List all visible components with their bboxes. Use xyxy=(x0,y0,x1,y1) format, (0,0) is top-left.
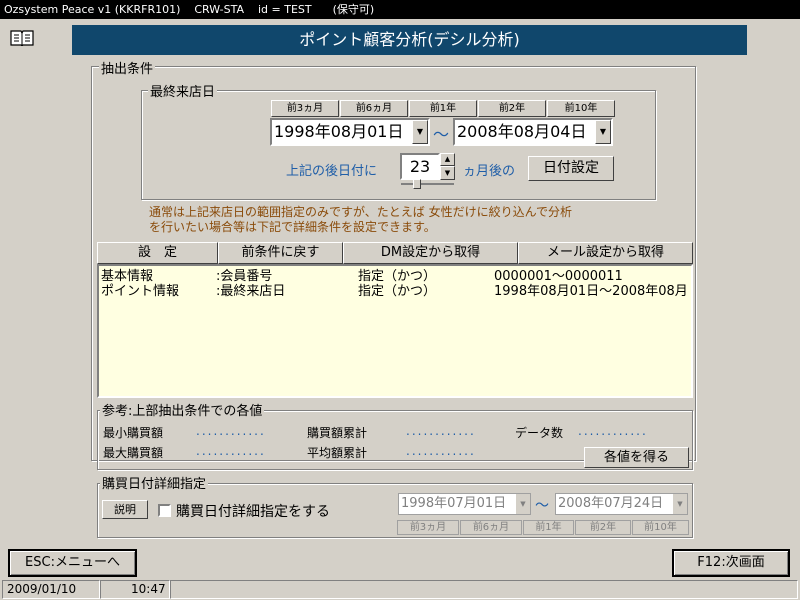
avg-purchase-value: ............ xyxy=(406,444,476,458)
condition-field: :会員番号 xyxy=(216,269,273,284)
extract-legend: 抽出条件 xyxy=(99,58,156,77)
book-icon[interactable] xyxy=(10,28,34,46)
status-date: 2009/01/10 xyxy=(2,580,100,599)
months-slider-track xyxy=(401,183,454,185)
total-purchase-value: ............ xyxy=(406,424,476,438)
total-purchase-label: 購買額累計 xyxy=(307,426,368,440)
note-line-2: を行いたい場合等は下記で詳細条件を設定できます。 xyxy=(149,220,436,234)
window-title: Ozsystem Peace v1 (KKRFR101) CRW-STA id … xyxy=(0,0,800,19)
conditions-list[interactable]: 基本情報 :会員番号 指定（かつ） 0000001〜0000011 ポイント情報… xyxy=(97,264,693,398)
after-date-label: 上記の後日付に xyxy=(286,164,378,179)
set-date-button[interactable]: 日付設定 xyxy=(528,156,614,181)
avg-purchase-label: 平均額累計 xyxy=(307,446,368,460)
chevron-down-icon: ▼ xyxy=(673,494,687,514)
status-panel xyxy=(170,580,798,599)
preset-2y-button[interactable]: 前2年 xyxy=(478,100,546,117)
purchase-preset-6m-button: 前6ヵ月 xyxy=(460,520,522,535)
purchase-from-date-value: 1998年07月01日 xyxy=(401,496,507,511)
spin-down-icon[interactable]: ▼ xyxy=(440,166,455,180)
chevron-down-icon: ▼ xyxy=(516,494,530,514)
note-line-1: 通常は上記来店日の範囲指定のみですが、たとえば 女性だけに絞り込んで分析 xyxy=(149,205,572,219)
purchase-date-legend: 購買日付詳細指定 xyxy=(100,473,209,492)
next-screen-button[interactable]: F12:次画面 xyxy=(672,549,790,577)
esc-menu-button[interactable]: ESC:メニューへ xyxy=(8,549,137,577)
page-title: ポイント顧客分析(デシル分析) xyxy=(72,25,747,55)
to-date-value: 2008年08月04日 xyxy=(457,122,587,141)
condition-value: 0000001〜0000011 xyxy=(494,269,623,284)
condition-field: :最終来店日 xyxy=(216,284,286,299)
data-count-label: データ数 xyxy=(515,426,564,440)
purchase-preset-1y-button: 前1年 xyxy=(523,520,574,535)
date-range-tilde: 〜 xyxy=(433,125,450,144)
condition-value: 1998年08月01日〜2008年08月 xyxy=(494,284,688,299)
status-time: 10:47 xyxy=(100,580,170,599)
months-input[interactable]: 23 xyxy=(400,153,440,180)
purchase-date-tilde: 〜 xyxy=(535,498,549,514)
purchase-date-checkbox-label[interactable]: 購買日付詳細指定をする xyxy=(176,501,330,521)
list-item[interactable]: ポイント情報 :最終来店日 指定（かつ） 1998年08月01日〜2008年08… xyxy=(101,284,691,299)
condition-category: 基本情報 xyxy=(101,269,154,284)
preset-6m-button[interactable]: 前6ヵ月 xyxy=(340,100,408,117)
condition-mode: 指定（かつ） xyxy=(358,269,437,284)
preset-3m-button[interactable]: 前3ヵ月 xyxy=(271,100,339,117)
reference-legend: 参考:上部抽出条件での各値 xyxy=(100,400,265,419)
help-button[interactable]: 説明 xyxy=(102,500,148,519)
settings-button[interactable]: 設 定 xyxy=(97,242,218,264)
preset-10y-button[interactable]: 前10年 xyxy=(547,100,615,117)
chevron-down-icon[interactable]: ▼ xyxy=(595,120,611,144)
max-purchase-label: 最大購買額 xyxy=(103,446,164,460)
purchase-to-date-value: 2008年07月24日 xyxy=(558,496,664,511)
purchase-preset-10y-button: 前10年 xyxy=(632,520,689,535)
purchase-to-date-select: 2008年07月24日 ▼ xyxy=(555,493,688,515)
get-values-button[interactable]: 各値を得る xyxy=(584,447,689,468)
months-slider-thumb[interactable] xyxy=(413,179,421,189)
list-item[interactable]: 基本情報 :会員番号 指定（かつ） 0000001〜0000011 xyxy=(101,269,691,284)
max-purchase-value: ............ xyxy=(196,444,266,458)
purchase-preset-3m-button: 前3ヵ月 xyxy=(397,520,459,535)
min-purchase-label: 最小購買額 xyxy=(103,426,164,440)
get-from-mail-button[interactable]: メール設定から取得 xyxy=(518,242,693,264)
get-from-dm-button[interactable]: DM設定から取得 xyxy=(343,242,518,264)
purchase-date-checkbox[interactable] xyxy=(158,504,171,517)
months-suffix-label: ヵ月後の xyxy=(463,164,516,179)
min-purchase-value: ............ xyxy=(196,424,266,438)
restore-previous-button[interactable]: 前条件に戻す xyxy=(218,242,343,264)
data-count-value: ............ xyxy=(578,424,648,438)
spin-up-icon[interactable]: ▲ xyxy=(440,153,455,166)
chevron-down-icon[interactable]: ▼ xyxy=(412,120,428,144)
from-date-select[interactable]: 1998年08月01日 ▼ xyxy=(270,118,430,146)
purchase-from-date-select: 1998年07月01日 ▼ xyxy=(398,493,531,515)
last-visit-legend: 最終来店日 xyxy=(148,81,218,100)
to-date-select[interactable]: 2008年08月04日 ▼ xyxy=(453,118,613,146)
condition-mode: 指定（かつ） xyxy=(358,284,437,299)
from-date-value: 1998年08月01日 xyxy=(274,122,404,141)
purchase-preset-2y-button: 前2年 xyxy=(575,520,631,535)
condition-category: ポイント情報 xyxy=(101,284,180,299)
preset-1y-button[interactable]: 前1年 xyxy=(409,100,477,117)
